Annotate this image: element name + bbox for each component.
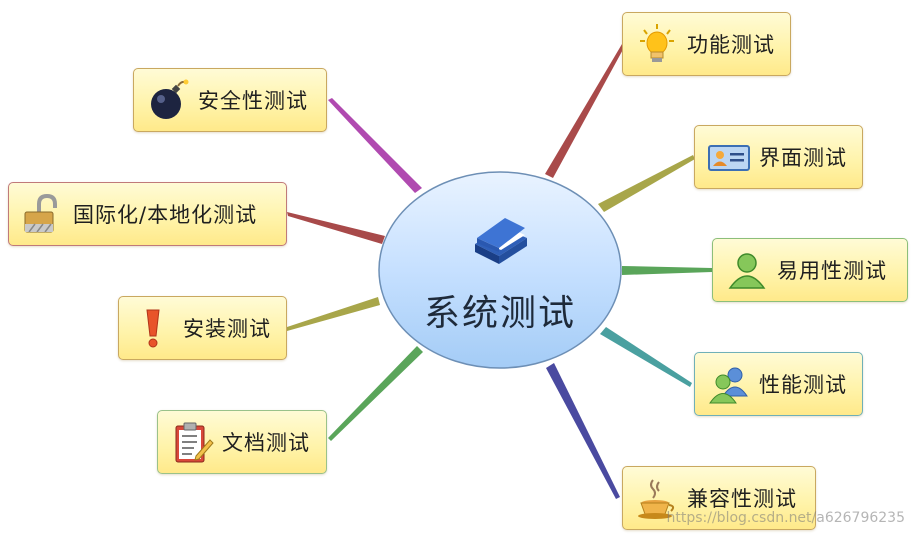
topic-label: 安全性测试 bbox=[198, 89, 308, 113]
topic-security[interactable]: 安全性测试 bbox=[133, 68, 327, 132]
topic-usability[interactable]: 易用性测试 bbox=[712, 238, 908, 302]
connector-installation bbox=[287, 297, 380, 331]
topic-label: 国际化/本地化测试 bbox=[73, 203, 258, 227]
topic-functional[interactable]: 功能测试 bbox=[622, 12, 791, 76]
topic-label: 界面测试 bbox=[759, 146, 847, 170]
id-card-icon bbox=[707, 135, 751, 179]
central-topic[interactable]: 系统测试 bbox=[377, 170, 623, 370]
connector-usability bbox=[622, 266, 712, 275]
bomb-icon bbox=[146, 78, 190, 122]
watermark: https://blog.csdn.net/a626796235 bbox=[666, 510, 906, 526]
topic-label: 易用性测试 bbox=[777, 259, 887, 283]
users-icon bbox=[707, 362, 751, 406]
connector-functional bbox=[545, 44, 626, 178]
topic-documentation[interactable]: 文档测试 bbox=[157, 410, 327, 474]
topic-i18n[interactable]: 国际化/本地化测试 bbox=[8, 182, 287, 246]
topic-label: 功能测试 bbox=[687, 33, 775, 57]
clipboard-icon bbox=[170, 420, 214, 464]
padlock-icon bbox=[21, 192, 65, 236]
connector-compatibility bbox=[546, 363, 620, 499]
topic-label: 性能测试 bbox=[759, 373, 847, 397]
central-topic-label: 系统测试 bbox=[423, 293, 576, 334]
exclamation-icon bbox=[131, 306, 175, 350]
topic-label: 安装测试 bbox=[183, 317, 271, 341]
book-icon bbox=[475, 218, 527, 264]
topic-label: 文档测试 bbox=[222, 431, 310, 455]
lightbulb-icon bbox=[635, 22, 679, 66]
topic-interface[interactable]: 界面测试 bbox=[694, 125, 863, 189]
user-icon bbox=[725, 248, 769, 292]
topic-label: 兼容性测试 bbox=[687, 487, 797, 511]
topic-installation[interactable]: 安装测试 bbox=[118, 296, 287, 360]
topic-performance[interactable]: 性能测试 bbox=[694, 352, 863, 416]
connector-i18n bbox=[287, 212, 385, 244]
